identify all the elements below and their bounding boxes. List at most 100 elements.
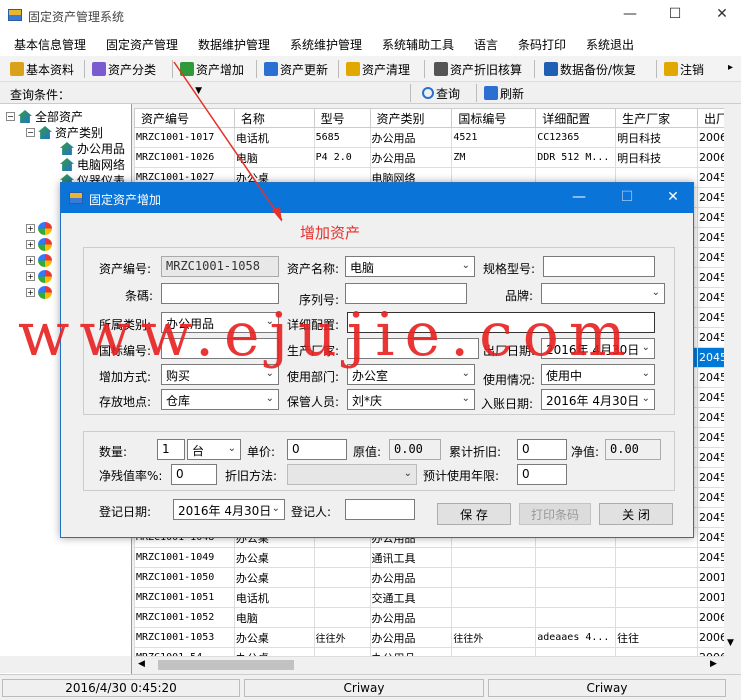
menu-barcode[interactable]: 条码打印 [518, 36, 566, 53]
tb-asset-clear-button[interactable]: 资产清理 [346, 60, 410, 78]
tb-logout-button[interactable]: 注销 [664, 60, 704, 78]
table-cell: adeaaes 4... [535, 627, 617, 648]
grid-hscrollbar[interactable]: ◀ ▶ [134, 656, 724, 673]
table-cell: MRZC1001-54 [134, 647, 235, 656]
column-header[interactable]: 详细配置 [535, 108, 617, 128]
scroll-down-icon[interactable]: ▼ [727, 638, 734, 648]
entry-date-picker[interactable]: 2016年 4月30日 ⌄ [541, 389, 655, 410]
toolbar-separator [84, 60, 85, 78]
save-button[interactable]: 保 存 [437, 503, 511, 525]
window-title: 固定资产管理系统 [28, 10, 125, 24]
accum-label: 累计折旧: [449, 445, 502, 459]
tree-node[interactable]: + [26, 286, 54, 299]
spec-field[interactable] [543, 256, 655, 277]
expand-icon[interactable]: + [26, 240, 35, 249]
table-row[interactable]: MRZC1001-54办公桌办公用品2006/ [134, 647, 741, 656]
menu-data-maint[interactable]: 数据维护管理 [198, 36, 270, 53]
expand-icon[interactable]: + [26, 272, 35, 281]
menu-language[interactable]: 语言 [474, 36, 498, 53]
logout-icon [664, 62, 678, 76]
asset-name-select[interactable]: 电脑 ⌄ [345, 256, 475, 277]
table-row[interactable]: MRZC1001-1051 电话机 交通工具 2001/ [134, 587, 741, 608]
scroll-thumb[interactable] [158, 660, 294, 670]
grid-vscrollbar[interactable]: ▼ [724, 108, 741, 656]
print-barcode-button[interactable]: 打印条码 [519, 503, 591, 525]
registrar-field[interactable] [345, 499, 415, 520]
spec-label: 规格型号: [483, 262, 536, 276]
entry-date-label: 入账日期: [481, 397, 534, 411]
table-row[interactable]: MRZC1001-1053 办公桌 往往外 办公用品 往往外 adeaaes 4... 往往… [134, 627, 741, 648]
column-header[interactable]: 资产类别 [369, 108, 453, 128]
category-icon [92, 62, 106, 76]
add-method-value: 购买 [166, 369, 191, 383]
accum-field[interactable]: 0 [517, 439, 567, 460]
expand-icon[interactable]: + [26, 224, 35, 233]
life-field[interactable]: 0 [517, 464, 567, 485]
tree-item-network[interactable]: 电脑网络 [60, 156, 125, 173]
table-cell [535, 567, 617, 588]
close-button[interactable]: 关 闭 [599, 503, 673, 525]
scroll-right-icon[interactable]: ▶ [710, 659, 717, 669]
dep-method-select[interactable]: ⌄ [287, 464, 417, 485]
tree-node[interactable]: + [26, 270, 54, 283]
table-row[interactable]: MRZC1001-1049 办公桌 通讯工具 2045/ [134, 547, 741, 568]
entry-date-value: 2016年 4月30日 [546, 394, 640, 408]
tree-node[interactable]: + [26, 222, 54, 235]
menu-sys-tools[interactable]: 系统辅助工具 [382, 36, 454, 53]
toolbar-overflow-icon[interactable]: ▸ [728, 62, 733, 73]
menu-bar: 基本信息管理 固定资产管理 数据维护管理 系统维护管理 系统辅助工具 语言 条码… [0, 30, 741, 56]
unit-select[interactable]: 台 ⌄ [187, 439, 241, 460]
residual-field[interactable]: 0 [171, 464, 217, 485]
dept-label: 使用部门: [287, 370, 340, 384]
menu-basic-info[interactable]: 基本信息管理 [14, 36, 86, 53]
expand-icon[interactable]: + [26, 256, 35, 265]
column-header[interactable]: 型号 [313, 108, 371, 128]
tree-root[interactable]: − 全部资产 [6, 108, 83, 125]
dialog-title: 固定资产增加 [89, 193, 162, 207]
collapse-icon[interactable]: − [6, 112, 15, 121]
reg-date-picker[interactable]: 2016年 4月30日 ⌄ [173, 499, 285, 520]
menu-exit[interactable]: 系统退出 [586, 36, 634, 53]
net-field: 0.00 [605, 439, 661, 460]
tb-asset-category-button[interactable]: 资产分类 [92, 60, 156, 78]
chevron-down-icon: ⌄ [227, 443, 236, 454]
tree-category[interactable]: − 资产类别 [26, 124, 103, 141]
price-field[interactable]: 0 [287, 439, 347, 460]
tree-hscrollbar[interactable] [0, 656, 131, 673]
home-icon [38, 126, 52, 139]
scroll-left-icon[interactable]: ◀ [138, 659, 145, 669]
refresh-button[interactable]: 刷新 [484, 84, 524, 102]
minimize-icon[interactable]: — [620, 6, 640, 22]
column-header[interactable]: 国标编号 [451, 108, 537, 128]
close-icon[interactable]: ✕ [712, 6, 732, 22]
tree-node[interactable]: + [26, 238, 54, 251]
keeper-select[interactable]: 刘*庆 ⌄ [347, 389, 475, 410]
maximize-icon[interactable]: ☐ [665, 6, 685, 22]
category-icon [38, 222, 52, 235]
table-cell [313, 647, 371, 656]
table-cell [535, 547, 617, 568]
search-button[interactable]: 查询 [422, 84, 460, 102]
tb-backup-button[interactable]: 数据备份/恢复 [544, 60, 636, 78]
refresh-icon [484, 86, 498, 100]
table-row[interactable]: MRZC1001-1050 办公桌 办公用品 2001/ [134, 567, 741, 588]
maximize-icon[interactable]: ☐ [617, 189, 637, 205]
home-icon [60, 158, 74, 171]
column-header[interactable]: 生产厂家 [615, 108, 698, 128]
tb-basic-info-button[interactable]: 基本资料 [10, 60, 74, 78]
menu-sys-maint[interactable]: 系统维护管理 [290, 36, 362, 53]
minimize-icon[interactable]: — [569, 189, 589, 205]
close-icon[interactable]: ✕ [663, 189, 683, 205]
expand-icon[interactable]: + [26, 288, 35, 297]
collapse-icon[interactable]: − [26, 128, 35, 137]
keeper-label: 保管人员: [287, 395, 340, 409]
qty-field[interactable]: 1 [157, 439, 185, 460]
table-row[interactable]: MRZC1001-1052 电脑 办公用品 2006/ [134, 607, 741, 628]
tree-item-office[interactable]: 办公用品 [60, 140, 125, 157]
dept-value: 办公室 [352, 369, 389, 383]
table-cell: CC12365 [535, 127, 617, 148]
tb-depreciation-button[interactable]: 资产折旧核算 [434, 60, 522, 78]
location-select[interactable]: 仓库 ⌄ [161, 389, 279, 410]
tree-node[interactable]: + [26, 254, 54, 267]
menu-asset-mgmt[interactable]: 固定资产管理 [106, 36, 178, 53]
